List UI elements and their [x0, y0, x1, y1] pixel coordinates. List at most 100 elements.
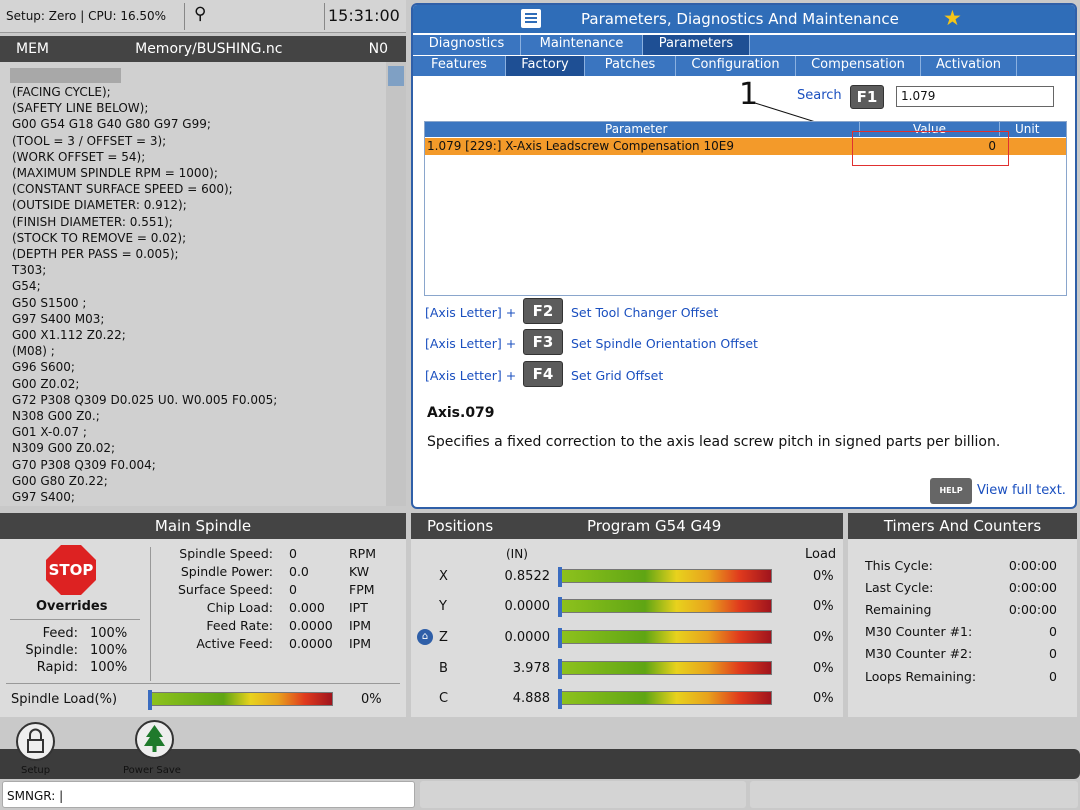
f1-key[interactable]: F1 [850, 85, 884, 109]
divider [10, 619, 140, 620]
scrollbar-track[interactable] [386, 62, 406, 506]
program-mode: MEM [16, 41, 50, 57]
tab-parameters[interactable]: Parameters [643, 35, 750, 55]
axis-label: C [439, 691, 449, 706]
search-input[interactable]: 1.079 [896, 86, 1054, 107]
divider [6, 683, 400, 684]
program-line[interactable]: G00 Z0.02; [12, 376, 277, 392]
axis-label: Y [439, 599, 447, 614]
fkey-description: Set Grid Offset [571, 368, 664, 383]
load-indicator [148, 690, 152, 710]
timer-value: 0:00:00 [1008, 558, 1057, 573]
axis-label: X [439, 569, 448, 584]
program-line[interactable]: G00 G80 Z0.22; [12, 473, 277, 489]
tab-configuration[interactable]: Configuration [676, 56, 796, 76]
axis-load-value: 0% [813, 691, 834, 706]
favorite-star-icon[interactable]: ★ [943, 6, 962, 30]
f3-key[interactable]: F3 [523, 329, 563, 355]
axis-label: Z [439, 630, 448, 645]
program-line[interactable]: N308 G00 Z0.; [12, 408, 277, 424]
command-input[interactable]: SMNGR: | [2, 781, 415, 808]
program-line[interactable]: (FINISH DIAMETER: 0.551); [12, 214, 277, 230]
status-bar: Setup: Zero | CPU: 16.50% ⚲ 15:31:00 [0, 0, 406, 33]
positions-panel: (IN) Load X 0.8522 0% Y 0.0000 0% ⌂ Z 0.0000 0% B 3… [411, 539, 843, 717]
program-line[interactable]: G50 S1500 ; [12, 295, 277, 311]
tab-patches[interactable]: Patches [585, 56, 676, 76]
power-save-label: Power Save [123, 765, 181, 776]
program-line[interactable]: (DEPTH PER PASS = 0.005); [12, 246, 277, 262]
program-line[interactable]: (STOCK TO REMOVE = 0.02); [12, 230, 277, 246]
timer-row: Loops Remaining: 0 [865, 669, 1057, 684]
timer-label: Loops Remaining: [865, 669, 977, 684]
program-line[interactable]: G00 X1.112 Z0.22; [12, 327, 277, 343]
top-tabs: Diagnostics Maintenance Parameters [413, 35, 1075, 55]
f4-key[interactable]: F4 [523, 361, 563, 387]
axis-load-bar [558, 628, 772, 648]
program-line[interactable]: T303; [12, 262, 277, 278]
program-line[interactable]: (M08) ; [12, 343, 277, 359]
load-indicator [558, 628, 562, 648]
spindle-title: Main Spindle [154, 517, 252, 535]
spindle-load-bar [148, 690, 333, 710]
program-line[interactable]: (OUTSIDE DIAMETER: 0.912); [12, 197, 277, 213]
fkey-prefix: [Axis Letter] + [425, 336, 517, 351]
setup-label: Setup [21, 765, 51, 776]
program-listing[interactable]: (FACING CYCLE); (SAFETY LINE BELOW); G00 G… [0, 62, 406, 506]
tab-diagnostics[interactable]: Diagnostics [413, 35, 521, 55]
axis-load-bar [558, 659, 772, 679]
tab-maintenance[interactable]: Maintenance [521, 35, 643, 55]
fkey-description: Set Tool Changer Offset [571, 305, 719, 320]
lock-icon[interactable] [16, 722, 55, 761]
program-line[interactable]: G70 P308 Q309 F0.004; [12, 457, 277, 473]
program-line[interactable]: (MAXIMUM SPINDLE RPM = 1000); [12, 165, 277, 181]
overrides-label: Overrides [36, 599, 108, 614]
timer-row: M30 Counter #2: 0 [865, 646, 1057, 661]
fkey-line-f4: [Axis Letter] + F4 Set Grid Offset [425, 361, 663, 387]
program-line[interactable]: G00 G54 G18 G40 G80 G97 G99; [12, 116, 277, 132]
axis-value: 0.8522 [504, 569, 551, 584]
tab-activation[interactable]: Activation [921, 56, 1017, 76]
program-line[interactable]: G01 X-0.07 ; [12, 424, 277, 440]
program-line[interactable]: N309 G00 Z0.02; [12, 440, 277, 456]
program-line[interactable]: G97 S400 M03; [12, 311, 277, 327]
program-line[interactable]: (TOOL = 3 / OFFSET = 3); [12, 133, 277, 149]
axis-row-z: ⌂ Z 0.0000 0% [411, 628, 843, 650]
program-line[interactable]: (WORK OFFSET = 54); [12, 149, 277, 165]
tab-factory[interactable]: Factory [506, 56, 585, 76]
program-lines[interactable]: (FACING CYCLE); (SAFETY LINE BELOW); G00 G… [12, 84, 277, 506]
program-line[interactable]: G96 S600; [12, 359, 277, 375]
program-line[interactable]: G97 S400; [12, 489, 277, 505]
clock: 15:31:00 [328, 6, 400, 25]
program-line[interactable]: (SAFETY LINE BELOW); [12, 100, 277, 116]
help-key[interactable]: HELP [930, 478, 972, 504]
parameter-description: Specifies a fixed correction to the axis… [427, 434, 1001, 450]
program-line[interactable]: M09; [12, 505, 277, 506]
program-header: MEM Memory/BUSHING.nc N0 [0, 36, 406, 62]
spindle-panel: STOP Overrides Feed: 100% Spindle: 100% … [0, 539, 406, 717]
axis-load-value: 0% [813, 569, 834, 584]
load-indicator [558, 659, 562, 679]
program-line[interactable]: G54; [12, 278, 277, 294]
timers-header: Timers And Counters [848, 513, 1077, 539]
panel-title: Parameters, Diagnostics And Maintenance [581, 10, 899, 28]
program-line[interactable]: G72 P308 Q309 D0.025 U0. W0.005 F0.005; [12, 392, 277, 408]
axis-load-value: 0% [813, 661, 834, 676]
menu-icon[interactable] [521, 9, 541, 28]
scrollbar-thumb[interactable] [388, 66, 404, 86]
tab-features[interactable]: Features [413, 56, 506, 76]
tab-compensation[interactable]: Compensation [796, 56, 921, 76]
spindle-jog-icon[interactable]: ⚲ [194, 4, 206, 24]
f2-key[interactable]: F2 [523, 298, 563, 324]
view-full-text-link[interactable]: View full text. [977, 483, 1066, 498]
tree-icon[interactable] [135, 720, 174, 759]
program-line[interactable]: (FACING CYCLE); [12, 84, 277, 100]
timer-label: Remaining [865, 602, 932, 617]
fkey-line-f3: [Axis Letter] + F3 Set Spindle Orientati… [425, 329, 758, 355]
timer-row: This Cycle: 0:00:00 [865, 558, 1057, 573]
positions-title: Positions [427, 517, 494, 535]
timer-label: This Cycle: [865, 558, 933, 573]
header-parameter: Parameter [605, 122, 668, 136]
program-line[interactable]: (CONSTANT SURFACE SPEED = 600); [12, 181, 277, 197]
sub-tabs: Features Factory Patches Configuration C… [413, 56, 1075, 76]
timer-value: 0 [1049, 669, 1057, 684]
